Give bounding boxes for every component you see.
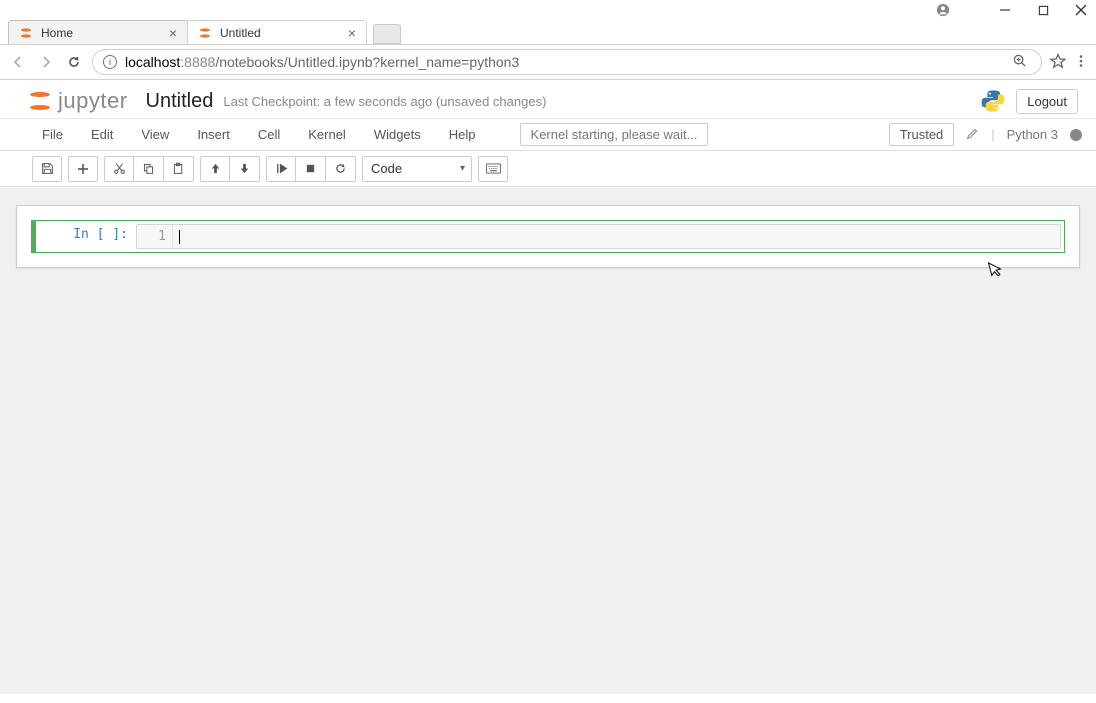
url-box[interactable]: i localhost:8888/notebooks/Untitled.ipyn… <box>92 49 1042 75</box>
kernel-indicator-icon <box>1070 129 1082 141</box>
cell-type-select[interactable]: Code <box>362 156 472 182</box>
line-number: 1 <box>137 225 173 248</box>
site-info-icon[interactable]: i <box>103 55 117 69</box>
menu-file[interactable]: File <box>42 127 63 142</box>
menu-kernel[interactable]: Kernel <box>308 127 346 142</box>
new-tab-button[interactable] <box>373 24 401 44</box>
zoom-icon[interactable] <box>1012 53 1027 71</box>
address-bar-row: i localhost:8888/notebooks/Untitled.ipyn… <box>0 44 1096 80</box>
notebook-background: In [ ]: 1 <box>0 187 1096 694</box>
restart-button[interactable] <box>326 156 356 182</box>
jupyter-logo[interactable]: jupyter <box>28 88 128 114</box>
menu-bar: File Edit View Insert Cell Kernel Widget… <box>0 119 1096 151</box>
code-input-area[interactable]: 1 <box>136 224 1061 249</box>
text-cursor <box>179 230 180 244</box>
add-cell-button[interactable] <box>68 156 98 182</box>
maximize-icon[interactable] <box>1036 3 1050 17</box>
command-palette-button[interactable] <box>478 156 508 182</box>
forward-icon[interactable] <box>36 52 56 72</box>
code-cell[interactable]: In [ ]: 1 <box>31 220 1065 253</box>
url-text: localhost:8888/notebooks/Untitled.ipynb?… <box>125 54 1004 70</box>
jupyter-header: jupyter Untitled Last Checkpoint: a few … <box>0 80 1096 119</box>
trusted-badge[interactable]: Trusted <box>889 123 955 146</box>
separator: | <box>991 127 994 142</box>
run-button[interactable] <box>266 156 296 182</box>
menu-edit[interactable]: Edit <box>91 127 113 142</box>
menu-insert[interactable]: Insert <box>197 127 230 142</box>
paste-button[interactable] <box>164 156 194 182</box>
toolbar: Code <box>0 151 1096 187</box>
menu-widgets[interactable]: Widgets <box>374 127 421 142</box>
logout-button[interactable]: Logout <box>1016 89 1078 114</box>
cell-type-value: Code <box>371 161 402 176</box>
python-logo-icon <box>980 88 1006 114</box>
kernel-name[interactable]: Python 3 <box>1007 127 1058 142</box>
save-button[interactable] <box>32 156 62 182</box>
jupyter-favicon-icon <box>198 26 212 40</box>
move-up-button[interactable] <box>200 156 230 182</box>
edit-icon[interactable] <box>966 127 979 143</box>
browser-tab-untitled[interactable]: Untitled × <box>187 20 367 44</box>
window-controls <box>0 0 1096 20</box>
browser-tab-strip: Home × Untitled × <box>0 20 1096 44</box>
jupyter-favicon-icon <box>19 26 33 40</box>
reload-icon[interactable] <box>64 52 84 72</box>
tab-title: Home <box>41 26 73 40</box>
close-icon[interactable] <box>1074 3 1088 17</box>
move-down-button[interactable] <box>230 156 260 182</box>
minimize-icon[interactable] <box>998 3 1012 17</box>
browser-menu-icon[interactable] <box>1074 54 1088 71</box>
notebook-title[interactable]: Untitled <box>146 90 214 113</box>
account-icon[interactable] <box>936 3 950 17</box>
menu-view[interactable]: View <box>141 127 169 142</box>
code-editor[interactable] <box>173 225 1060 248</box>
browser-tab-home[interactable]: Home × <box>8 20 188 44</box>
jupyter-logo-icon <box>28 89 52 113</box>
copy-button[interactable] <box>134 156 164 182</box>
checkpoint-status: Last Checkpoint: a few seconds ago (unsa… <box>223 94 546 109</box>
bookmark-star-icon[interactable] <box>1050 53 1066 72</box>
kernel-status-message: Kernel starting, please wait... <box>520 123 709 146</box>
tab-close-icon[interactable]: × <box>169 25 177 41</box>
interrupt-button[interactable] <box>296 156 326 182</box>
cut-button[interactable] <box>104 156 134 182</box>
input-prompt: In [ ]: <box>36 221 136 252</box>
jupyter-logo-text: jupyter <box>58 88 128 114</box>
tab-close-icon[interactable]: × <box>348 25 356 41</box>
tab-title: Untitled <box>220 26 261 40</box>
menu-help[interactable]: Help <box>449 127 476 142</box>
back-icon[interactable] <box>8 52 28 72</box>
notebook-container: In [ ]: 1 <box>16 205 1080 268</box>
menu-cell[interactable]: Cell <box>258 127 280 142</box>
